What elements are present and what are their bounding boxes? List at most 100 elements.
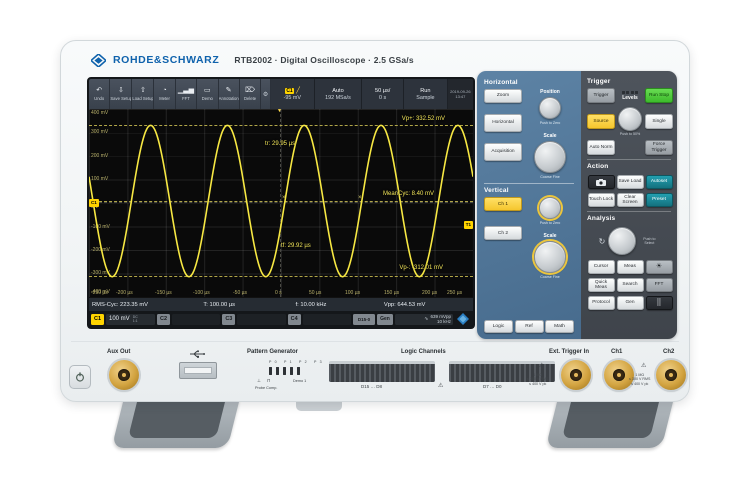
rs-logo-mini [455, 313, 471, 325]
protocol-button[interactable]: Protocol [587, 296, 615, 311]
keypad-icon: ⣿ [656, 299, 662, 307]
period-measurement: T: 100.00 µs [203, 301, 236, 308]
connector-row: Aux Out Pattern Generator P0 P1 P2 P3 ⊥ … [61, 343, 689, 403]
trigger-status-cell[interactable]: C1 ╱ -95 mV [270, 79, 315, 109]
warning-icon: ⚠ [641, 363, 647, 369]
channel1-badge[interactable]: C1 [91, 313, 104, 325]
channel2-select-button[interactable]: Ch 2 [484, 226, 522, 241]
logic-button[interactable]: Logic [484, 320, 513, 333]
save-load-button[interactable]: Save Load [616, 175, 644, 190]
pattern-pin-labels: P0 P1 P2 P3 [269, 360, 325, 364]
usb-icon [190, 350, 205, 358]
horizontal-scale-knob[interactable] [534, 141, 566, 174]
fft-panel-button[interactable]: FFT [645, 278, 673, 293]
navigation-knob[interactable] [608, 227, 637, 256]
trigger-source-leds [621, 90, 639, 94]
front-panel-seam [71, 341, 679, 342]
keypad-button[interactable]: ⣿ [645, 296, 673, 311]
trigger-position-marker[interactable]: ▼ [277, 109, 282, 114]
probe-comp-label: Probe Comp. [255, 386, 278, 390]
fall-time-annotation: tf: 29.92 µs [281, 243, 311, 249]
trigger-action-analysis-panel: Trigger Trigger Levels Run Stop Source P… [581, 71, 677, 339]
touch-lock-button[interactable]: Touch Lock [587, 193, 615, 208]
vp-plus-annotation: Vp+: 332.52 mV [401, 116, 445, 122]
input-rating-text: 1 MΩ ≤ 300 V RMS ≤ 400 V pk [629, 373, 651, 386]
autoset-button[interactable]: Autoset [645, 175, 673, 190]
ext-trigger-bnc [561, 360, 591, 390]
logic-connector-d15-d8 [329, 361, 435, 382]
zero-cross-marker: × [358, 195, 362, 201]
meter-button[interactable]: ◔ Meter [154, 79, 176, 109]
ref-button[interactable]: Ref [514, 320, 544, 333]
delete-icon: ⌦ [245, 87, 256, 94]
meas-button[interactable]: Meas [616, 260, 644, 275]
fft-button[interactable]: ▁▃▅ FFT [176, 79, 198, 109]
math-button[interactable]: Math [545, 320, 574, 333]
run-stop-button[interactable]: Run Stop [645, 88, 673, 103]
trigger-source-button[interactable]: Source [587, 114, 615, 130]
acquisition-status-cell[interactable]: Auto 192 MSa/s [314, 79, 363, 109]
channel3-badge[interactable]: C3 [222, 313, 236, 325]
acquisition-button[interactable]: Acquisition [484, 143, 522, 161]
quick-meas-button[interactable]: Quick Meas [587, 278, 615, 293]
annotation-button[interactable]: ✎ Annotation [219, 79, 240, 109]
channel1-select-button[interactable]: Ch 1 [484, 197, 522, 212]
mean-annotation: MeanCyc: 8.40 mV [383, 191, 435, 197]
vertical-position-knob[interactable] [539, 197, 561, 220]
load-setup-button[interactable]: ⇧ Load Setup [132, 79, 155, 109]
save-setup-button[interactable]: ⇩ Save Setup [110, 79, 133, 109]
power-button[interactable] [69, 365, 91, 389]
oscilloscope-body: ROHDE&SCHWARZ RTB2002 · Digital Oscillos… [60, 40, 690, 402]
power-icon [75, 372, 85, 382]
screenshot-camera-button[interactable] [587, 175, 615, 190]
delete-button[interactable]: ⌦ Delete [240, 79, 262, 109]
generator-info-box: ∿ 639 mVpp 10 kHz [394, 313, 453, 325]
trigger-level-knob[interactable] [618, 107, 642, 131]
logic-channels-label: Logic Channels [401, 349, 446, 355]
channel1-scale-box[interactable]: 100 mV DC 1:1 [106, 313, 155, 325]
generator-badge[interactable]: Gen [376, 313, 393, 325]
search-button[interactable]: Search [616, 278, 644, 293]
square-wave-symbol: ⊓ [267, 378, 271, 383]
analysis-section-header: Analysis [587, 215, 616, 223]
warning-icon: ⚠ [539, 363, 545, 369]
channel4-badge[interactable]: C4 [287, 313, 301, 325]
save-setup-icon: ⇩ [117, 87, 124, 94]
undo-button[interactable]: ↶ Undo [89, 79, 111, 109]
clear-screen-button[interactable]: Clear Screen [616, 193, 644, 208]
auto-norm-button[interactable]: Auto Norm [587, 140, 615, 156]
horizontal-position-knob[interactable] [539, 97, 561, 119]
preset-button[interactable]: Preset [645, 193, 673, 208]
single-button[interactable]: Single [645, 114, 673, 130]
channel1-scale: 100 mV [109, 316, 130, 322]
gen-button[interactable]: Gen [616, 296, 644, 311]
trigger-section-header: Trigger [587, 78, 611, 85]
settings-gear-icon[interactable]: ⚙ [261, 79, 271, 109]
demo-button[interactable]: ▭ Demo [197, 79, 219, 109]
action-section-header: Action [587, 163, 609, 171]
digital-channels-badge[interactable]: D15-0 [352, 313, 375, 325]
channel2-badge[interactable]: C2 [157, 313, 170, 325]
timebase-status-cell[interactable]: 50 µs/ 0 s [362, 79, 405, 109]
trigger-menu-button[interactable]: Trigger [587, 88, 615, 103]
run-state: Run [420, 87, 431, 94]
ch2-label: Ch2 [663, 349, 675, 355]
force-trigger-button[interactable]: Force Trigger [645, 140, 673, 156]
vertical-scale-knob[interactable] [534, 240, 566, 273]
freq-measurement: f: 10.00 kHz [295, 301, 327, 308]
channel1-ground-marker[interactable]: C1 [89, 199, 99, 207]
trigger-level-marker[interactable]: T1 [463, 221, 473, 230]
rohde-schwarz-logo-icon [91, 53, 106, 67]
warning-icon: ⚠ [438, 383, 444, 389]
cursor-button[interactable]: Cursor [587, 260, 615, 275]
sun-icon: ☀ [655, 263, 663, 271]
waveform-grid[interactable]: 400 mV 300 mV 200 mV 100 mV 0 V -100 mV … [89, 109, 473, 297]
run-status-cell[interactable]: Run Sample [404, 79, 448, 109]
display-intensity-button[interactable]: ☀ [645, 260, 673, 275]
horizontal-button[interactable]: Horizontal [484, 114, 522, 132]
timebase-value: 50 µs/ [374, 87, 391, 94]
zoom-button[interactable]: Zoom [484, 89, 522, 103]
camera-icon [596, 178, 606, 186]
channel1-probe: 1:1 [132, 319, 138, 323]
navigation-knob-hint: Push to Select [643, 237, 656, 246]
